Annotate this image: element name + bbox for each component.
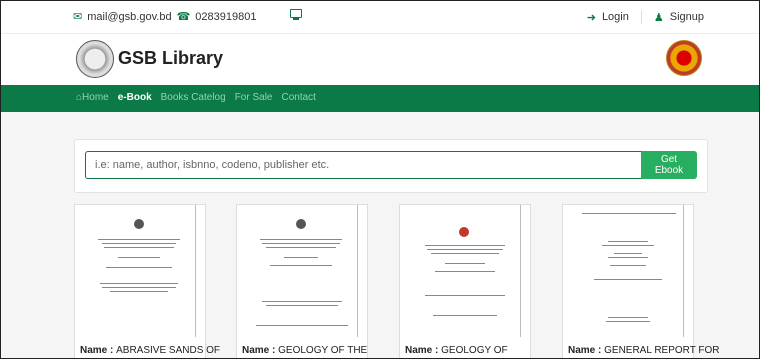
auth-links: ➜ Login ♟ Signup (587, 10, 704, 24)
nav-home-label: Home (82, 92, 109, 103)
ebook-search-input[interactable] (85, 151, 641, 179)
email-link[interactable]: mail@gsb.gov.bd (87, 11, 171, 23)
book-name: Name : GEOLOGY OF THE (242, 345, 368, 356)
site-title[interactable]: GSB Library (118, 48, 223, 69)
nav-books-catalog[interactable]: Books Catelog (161, 92, 226, 103)
cover-seal-icon (459, 227, 469, 237)
top-contact-bar: ✉ mail@gsb.gov.bd ☎ 0283919801 ➜ Login ♟… (1, 1, 759, 33)
browser-viewport: ✉ mail@gsb.gov.bd ☎ 0283919801 ➜ Login ♟… (0, 0, 760, 359)
book-cover-thumbnail (572, 205, 684, 337)
book-card[interactable]: Name : ABRASIVE SANDS OF (74, 204, 220, 358)
monitor-icon (290, 9, 302, 20)
book-name: Name : GENERAL REPORT FOR (568, 345, 720, 356)
phone-number: 0283919801 (195, 10, 257, 23)
phone-icon: ☎ (176, 11, 191, 23)
nav-contact[interactable]: Contact (281, 92, 315, 103)
gsb-logo[interactable] (76, 40, 114, 78)
book-card[interactable]: Name : GEOLOGY OF (399, 204, 531, 358)
get-ebook-button[interactable]: Get Ebook (641, 151, 697, 179)
nav-for-sale[interactable]: For Sale (235, 92, 273, 103)
cover-seal-icon (296, 219, 306, 229)
main-navbar: ⌂Home e-Book Books Catelog For Sale Cont… (1, 85, 759, 112)
login-link[interactable]: Login (602, 11, 629, 23)
book-card[interactable]: Name : GEOLOGY OF THE (236, 204, 368, 358)
book-cover-thumbnail (246, 205, 358, 337)
book-name: Name : GEOLOGY OF (405, 345, 508, 356)
book-cover-thumbnail (409, 205, 521, 337)
book-name: Name : ABRASIVE SANDS OF (80, 345, 221, 356)
login-icon: ➜ (586, 11, 596, 24)
signup-link[interactable]: Signup (670, 11, 704, 23)
auth-divider (640, 10, 642, 24)
contact-info: ✉ mail@gsb.gov.bd ☎ 0283919801 (73, 10, 257, 24)
government-emblem (666, 40, 702, 76)
book-card[interactable]: Name : GENERAL REPORT FOR (562, 204, 720, 358)
search-panel: Get Ebook (74, 139, 708, 193)
book-cover-thumbnail (84, 205, 196, 337)
nav-menu: ⌂Home e-Book Books Catelog For Sale Cont… (76, 92, 316, 103)
mail-icon: ✉ (73, 11, 83, 23)
nav-ebook[interactable]: e-Book (118, 92, 152, 103)
user-plus-icon: ♟ (653, 11, 664, 24)
nav-home[interactable]: ⌂Home (76, 92, 109, 103)
cover-seal-icon (134, 219, 144, 229)
brand-header: GSB Library (1, 33, 759, 86)
